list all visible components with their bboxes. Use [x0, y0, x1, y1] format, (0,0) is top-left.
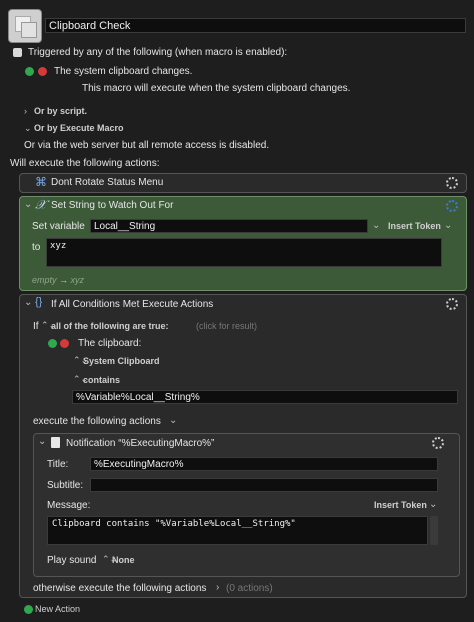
- set-variable-label: Set variable: [32, 221, 85, 232]
- collapse-chevron-icon[interactable]: ⌄: [24, 199, 32, 210]
- condition-mode-menu[interactable]: all of the following are true:: [51, 321, 169, 331]
- remove-condition-button[interactable]: [60, 339, 69, 348]
- web-server-text: Or via the web server but all remote acc…: [24, 140, 270, 151]
- trigger-description: This macro will execute when the system …: [82, 83, 351, 94]
- otherwise-label: otherwise execute the following actions: [33, 583, 207, 594]
- actions-header: Will execute the following actions:: [10, 158, 160, 169]
- gear-icon[interactable]: [432, 437, 444, 449]
- play-sound-menu[interactable]: None: [112, 555, 135, 565]
- if-label: If: [33, 321, 39, 332]
- macro-icon[interactable]: [8, 9, 42, 43]
- play-sound-label: Play sound: [47, 555, 97, 566]
- action-set-variable[interactable]: ⌄ 𝒳 Set String to Watch Out For Set vari…: [19, 196, 467, 291]
- gear-icon[interactable]: [446, 177, 458, 189]
- action-notification[interactable]: ⌄ Notification “%ExecutingMacro%” Title:…: [33, 433, 460, 577]
- preview-line: empty → xyz: [32, 275, 84, 285]
- message-label: Message:: [47, 500, 91, 511]
- notification-header: Notification “%ExecutingMacro%”: [66, 438, 215, 449]
- or-script-label[interactable]: Or by script.: [34, 106, 87, 116]
- insert-token-chevron-icon[interactable]: ⌄: [444, 220, 452, 231]
- collapse-chevron-icon[interactable]: ⌄: [38, 436, 46, 447]
- click-for-result[interactable]: (click for result): [196, 321, 257, 331]
- preview-arrow-icon: →: [59, 275, 69, 285]
- variable-name-field[interactable]: Local__String: [90, 219, 368, 233]
- remove-trigger-button[interactable]: [38, 67, 47, 76]
- add-condition-button[interactable]: [48, 339, 57, 348]
- macro-name-field[interactable]: Clipboard Check: [45, 18, 466, 33]
- title-field[interactable]: %ExecutingMacro%: [90, 457, 438, 471]
- subtitle-field[interactable]: [90, 478, 438, 492]
- trigger-checkbox[interactable]: [13, 48, 22, 57]
- title-label: Title:: [47, 459, 69, 470]
- preview-empty: empty: [32, 275, 57, 285]
- gear-icon[interactable]: [446, 200, 458, 212]
- new-action-icon[interactable]: [24, 605, 33, 614]
- otherwise-count: (0 actions): [226, 583, 273, 594]
- clipboard-source-menu[interactable]: System Clipboard: [83, 356, 160, 366]
- new-action-button[interactable]: New Action: [35, 604, 80, 614]
- document-icon: [51, 437, 60, 448]
- action-title: If All Conditions Met Execute Actions: [51, 299, 214, 310]
- action-title: Set String to Watch Out For: [51, 200, 174, 211]
- action-if-conditions[interactable]: ⌄ {} If All Conditions Met Execute Actio…: [19, 294, 467, 598]
- trigger-checkbox-label: Triggered by any of the following (when …: [28, 47, 288, 58]
- add-trigger-button[interactable]: [25, 67, 34, 76]
- otherwise-chevron-icon[interactable]: ›: [216, 582, 219, 593]
- variable-menu-chevron-icon[interactable]: ⌄: [372, 220, 380, 231]
- braces-icon: {}: [35, 296, 43, 308]
- message-scrollbar[interactable]: [430, 516, 438, 545]
- execute-chevron-icon[interactable]: ⌄: [169, 415, 177, 426]
- clipboard-label: The clipboard:: [78, 338, 142, 349]
- collapse-chevron-icon[interactable]: ⌄: [24, 297, 32, 308]
- preview-value: xyz: [70, 275, 85, 285]
- subtitle-label: Subtitle:: [47, 480, 84, 491]
- or-execute-label[interactable]: Or by Execute Macro: [34, 123, 124, 133]
- command-icon: ⌘: [35, 175, 47, 189]
- execute-label: execute the following actions: [33, 416, 161, 427]
- condition-value-field[interactable]: %Variable%Local__String%: [72, 390, 458, 404]
- action-title: Dont Rotate Status Menu: [51, 177, 164, 188]
- gear-icon[interactable]: [446, 298, 458, 310]
- insert-token-chevron-icon[interactable]: ⌄: [429, 499, 437, 510]
- variable-x-icon: 𝒳: [35, 197, 47, 212]
- insert-token-menu[interactable]: Insert Token: [388, 221, 441, 231]
- trigger-item: The system clipboard changes.: [54, 66, 193, 77]
- insert-token-menu[interactable]: Insert Token: [374, 500, 427, 510]
- or-execute-chevron-icon[interactable]: ⌄: [24, 123, 32, 134]
- to-label: to: [32, 242, 41, 253]
- message-text-area[interactable]: Clipboard contains "%Variable%Local__Str…: [47, 516, 428, 545]
- or-script-chevron-icon[interactable]: ›: [24, 106, 27, 116]
- action-dont-rotate[interactable]: ⌘ Dont Rotate Status Menu: [19, 173, 467, 193]
- value-text-area[interactable]: xyz: [46, 238, 442, 267]
- operator-menu[interactable]: contains: [83, 375, 120, 385]
